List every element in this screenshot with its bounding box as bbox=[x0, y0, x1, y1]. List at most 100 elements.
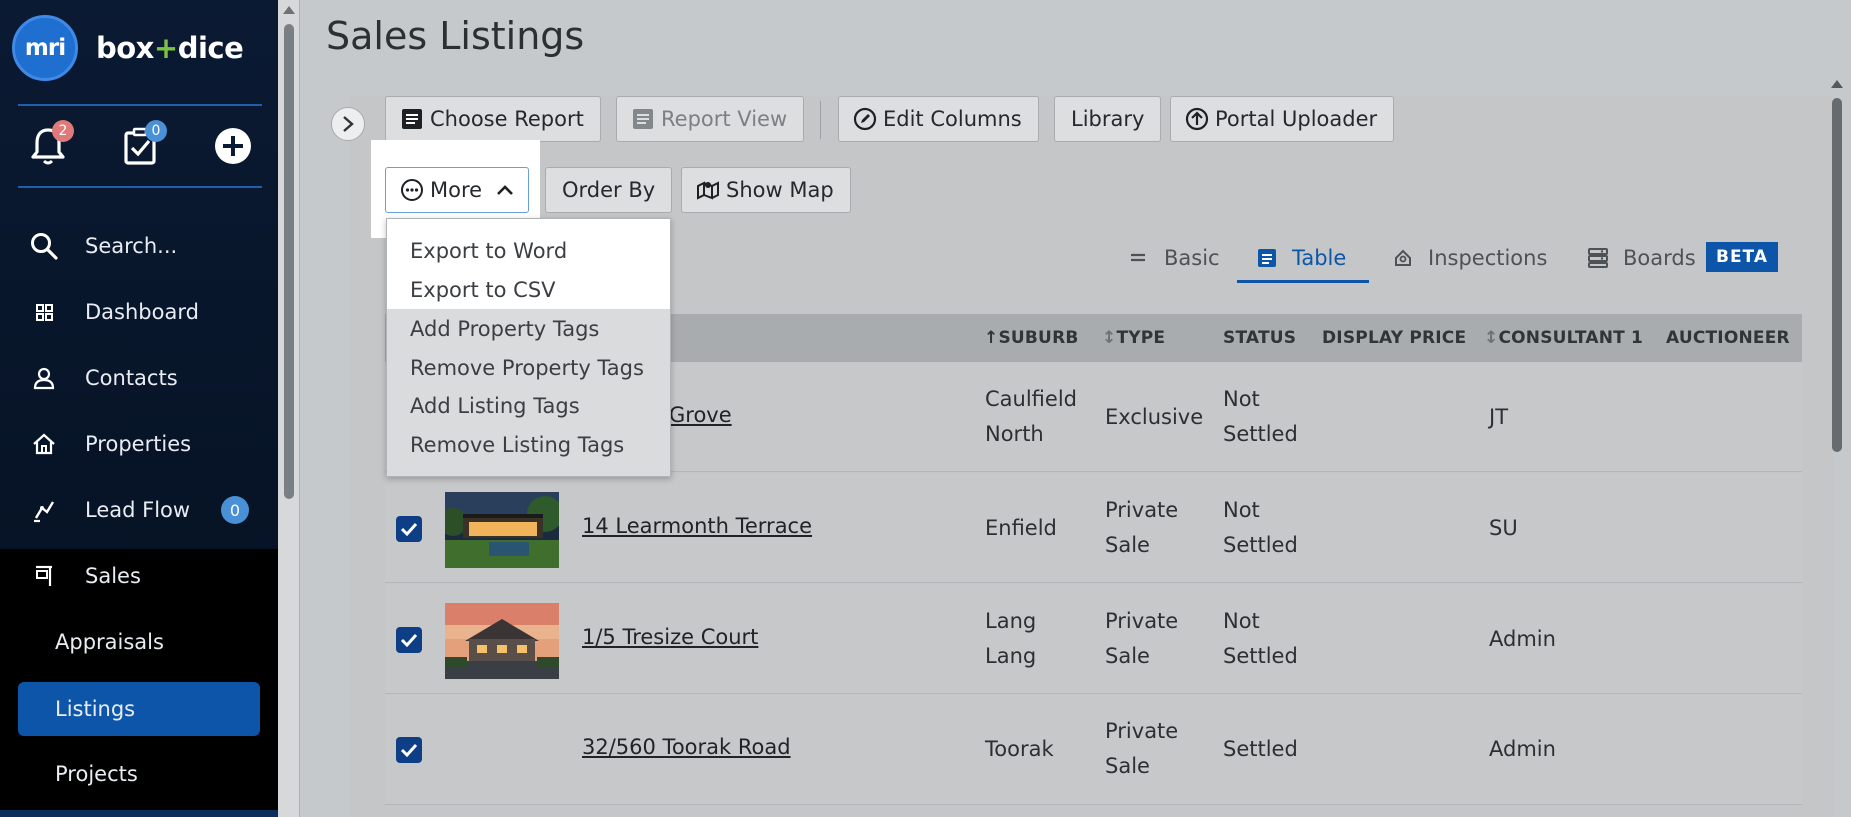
consultant-cell: JT bbox=[1489, 405, 1509, 429]
sidebar-divider bbox=[18, 186, 262, 188]
column-header-display-price[interactable]: DISPLAY PRICE bbox=[1322, 328, 1466, 348]
library-button[interactable]: Library bbox=[1054, 96, 1162, 142]
row-checkbox[interactable] bbox=[396, 627, 422, 653]
tab-inspections[interactable]: Inspections bbox=[1392, 240, 1547, 276]
table-row[interactable]: 1/5 Tresize Court Lang Lang Private Sale N… bbox=[385, 584, 1802, 694]
report-view-button[interactable]: Report View bbox=[616, 96, 805, 142]
sidebar-item-label: Listings bbox=[55, 697, 136, 721]
sidebar-item-appraisals[interactable]: Appraisals bbox=[0, 614, 278, 670]
checkmark-icon bbox=[400, 633, 418, 647]
checkmark-icon bbox=[400, 743, 418, 757]
expand-panel-button[interactable] bbox=[331, 107, 365, 141]
status-cell: Settled bbox=[1223, 737, 1298, 761]
type-cell: Private Sale bbox=[1105, 498, 1179, 557]
row-checkbox[interactable] bbox=[396, 516, 422, 542]
more-button[interactable]: More bbox=[385, 167, 530, 213]
sidebar-item-sales[interactable]: Sales bbox=[0, 548, 278, 604]
order-by-button[interactable]: Order By bbox=[545, 167, 673, 213]
menu-item-add-listing-tags[interactable]: Add Listing Tags bbox=[410, 394, 580, 418]
tab-boards[interactable]: Boards bbox=[1587, 240, 1696, 276]
logo[interactable]: mri box+dice bbox=[12, 13, 244, 83]
dashboard-icon bbox=[36, 304, 53, 321]
listing-address-link[interactable]: 14 Learmonth Terrace bbox=[582, 514, 812, 538]
choose-report-button[interactable]: Choose Report bbox=[385, 96, 601, 142]
suburb-cell: Lang Lang bbox=[985, 609, 1037, 668]
chevron-up-icon bbox=[497, 185, 513, 195]
sidebar-item-label: Projects bbox=[55, 762, 138, 786]
listing-address-link[interactable]: 32/560 Toorak Road bbox=[582, 735, 791, 759]
sidebar-search[interactable]: Search... bbox=[0, 218, 278, 274]
type-cell: Private Sale bbox=[1105, 609, 1179, 668]
mri-logo: mri bbox=[12, 15, 78, 81]
scroll-up-arrow[interactable] bbox=[1831, 80, 1843, 88]
active-tab-indicator bbox=[1237, 280, 1369, 283]
menu-item-add-property-tags[interactable]: Add Property Tags bbox=[410, 317, 599, 341]
upload-icon bbox=[1185, 107, 1209, 131]
sidebar: mri box+dice 2 0 Search... Dashboard Con… bbox=[0, 0, 278, 817]
sort-icon: ↕ bbox=[1484, 328, 1499, 348]
portal-uploader-button[interactable]: Portal Uploader bbox=[1170, 96, 1395, 142]
page-scrollbar[interactable] bbox=[278, 0, 300, 817]
scrollbar-thumb[interactable] bbox=[284, 24, 294, 499]
show-map-button[interactable]: Show Map bbox=[681, 167, 851, 213]
type-cell: Exclusive bbox=[1105, 405, 1204, 429]
status-cell: Not Settled bbox=[1223, 609, 1298, 668]
scroll-up-arrow[interactable] bbox=[283, 6, 295, 14]
sort-icon: ↕ bbox=[1102, 328, 1117, 348]
sidebar-item-lead-flow[interactable]: Lead Flow 0 bbox=[0, 482, 278, 538]
report-icon bbox=[402, 109, 422, 129]
more-dots-icon bbox=[401, 179, 423, 201]
edit-icon bbox=[853, 107, 877, 131]
menu-item-export-csv[interactable]: Export to CSV bbox=[410, 278, 556, 302]
suburb-cell: Caulfield North bbox=[985, 387, 1077, 446]
row-checkbox[interactable] bbox=[396, 737, 422, 763]
listing-thumbnail[interactable] bbox=[445, 603, 559, 679]
chevron-right-icon bbox=[343, 116, 354, 132]
listing-address-link[interactable]: 1/5 Tresize Court bbox=[582, 625, 758, 649]
sidebar-item-label: Sales bbox=[85, 564, 141, 588]
type-cell: Private Sale bbox=[1105, 719, 1179, 778]
consultant-cell: Admin bbox=[1489, 737, 1556, 761]
sidebar-divider bbox=[18, 104, 262, 106]
sidebar-item-projects[interactable]: Projects bbox=[0, 746, 278, 802]
sidebar-item-properties[interactable]: Properties bbox=[0, 416, 278, 472]
home-icon bbox=[33, 433, 55, 455]
lead-flow-badge: 0 bbox=[221, 496, 249, 524]
scrollbar-thumb[interactable] bbox=[1832, 98, 1842, 452]
tasks-badge: 0 bbox=[145, 120, 167, 142]
more-dropdown-menu: Export to Word Export to CSV Add Propert… bbox=[386, 218, 671, 477]
brand-name: box+dice bbox=[96, 31, 244, 65]
tab-basic[interactable]: Basic bbox=[1128, 240, 1220, 276]
menu-item-remove-property-tags[interactable]: Remove Property Tags bbox=[410, 356, 644, 380]
sidebar-item-label: Contacts bbox=[85, 366, 178, 390]
edit-columns-button[interactable]: Edit Columns bbox=[838, 96, 1039, 142]
sidebar-item-listings[interactable]: Listings bbox=[18, 682, 260, 736]
sidebar-item-contacts[interactable]: Contacts bbox=[0, 350, 278, 406]
consultant-cell: SU bbox=[1489, 516, 1518, 540]
inspections-home-icon bbox=[1395, 249, 1411, 266]
content-scrollbar[interactable] bbox=[1829, 78, 1845, 817]
column-header-suburb[interactable]: ↑SUBURB bbox=[984, 328, 1079, 348]
notifications-badge: 2 bbox=[52, 120, 74, 142]
column-header-status[interactable]: STATUS bbox=[1223, 328, 1296, 348]
add-icon[interactable] bbox=[213, 124, 253, 168]
column-header-type[interactable]: ↕TYPE bbox=[1102, 328, 1165, 348]
table-row[interactable]: 14 Learmonth Terrace Enfield Private Sale… bbox=[385, 473, 1802, 583]
column-header-consultant-1[interactable]: ↕CONSULTANT 1 bbox=[1484, 328, 1643, 348]
suburb-cell: Toorak bbox=[985, 737, 1054, 761]
suburb-cell: Enfield bbox=[985, 516, 1057, 540]
column-header-auctioneer[interactable]: AUCTIONEER bbox=[1666, 328, 1790, 348]
boards-icon bbox=[1588, 248, 1608, 268]
listing-thumbnail[interactable] bbox=[445, 492, 559, 568]
toolbar-divider bbox=[820, 101, 821, 139]
sidebar-item-dashboard[interactable]: Dashboard bbox=[0, 284, 278, 340]
tab-table[interactable]: Table bbox=[1256, 240, 1346, 276]
menu-item-export-word[interactable]: Export to Word bbox=[410, 239, 567, 263]
menu-item-remove-listing-tags[interactable]: Remove Listing Tags bbox=[410, 433, 624, 457]
table-row[interactable]: 32/560 Toorak Road Toorak Private Sale Se… bbox=[385, 695, 1802, 805]
sales-sign-icon bbox=[36, 565, 52, 586]
checkmark-icon bbox=[400, 522, 418, 536]
sidebar-item-label: Dashboard bbox=[85, 300, 199, 324]
search-label: Search... bbox=[85, 234, 178, 258]
listing-address-link[interactable]: Grove bbox=[669, 403, 732, 427]
